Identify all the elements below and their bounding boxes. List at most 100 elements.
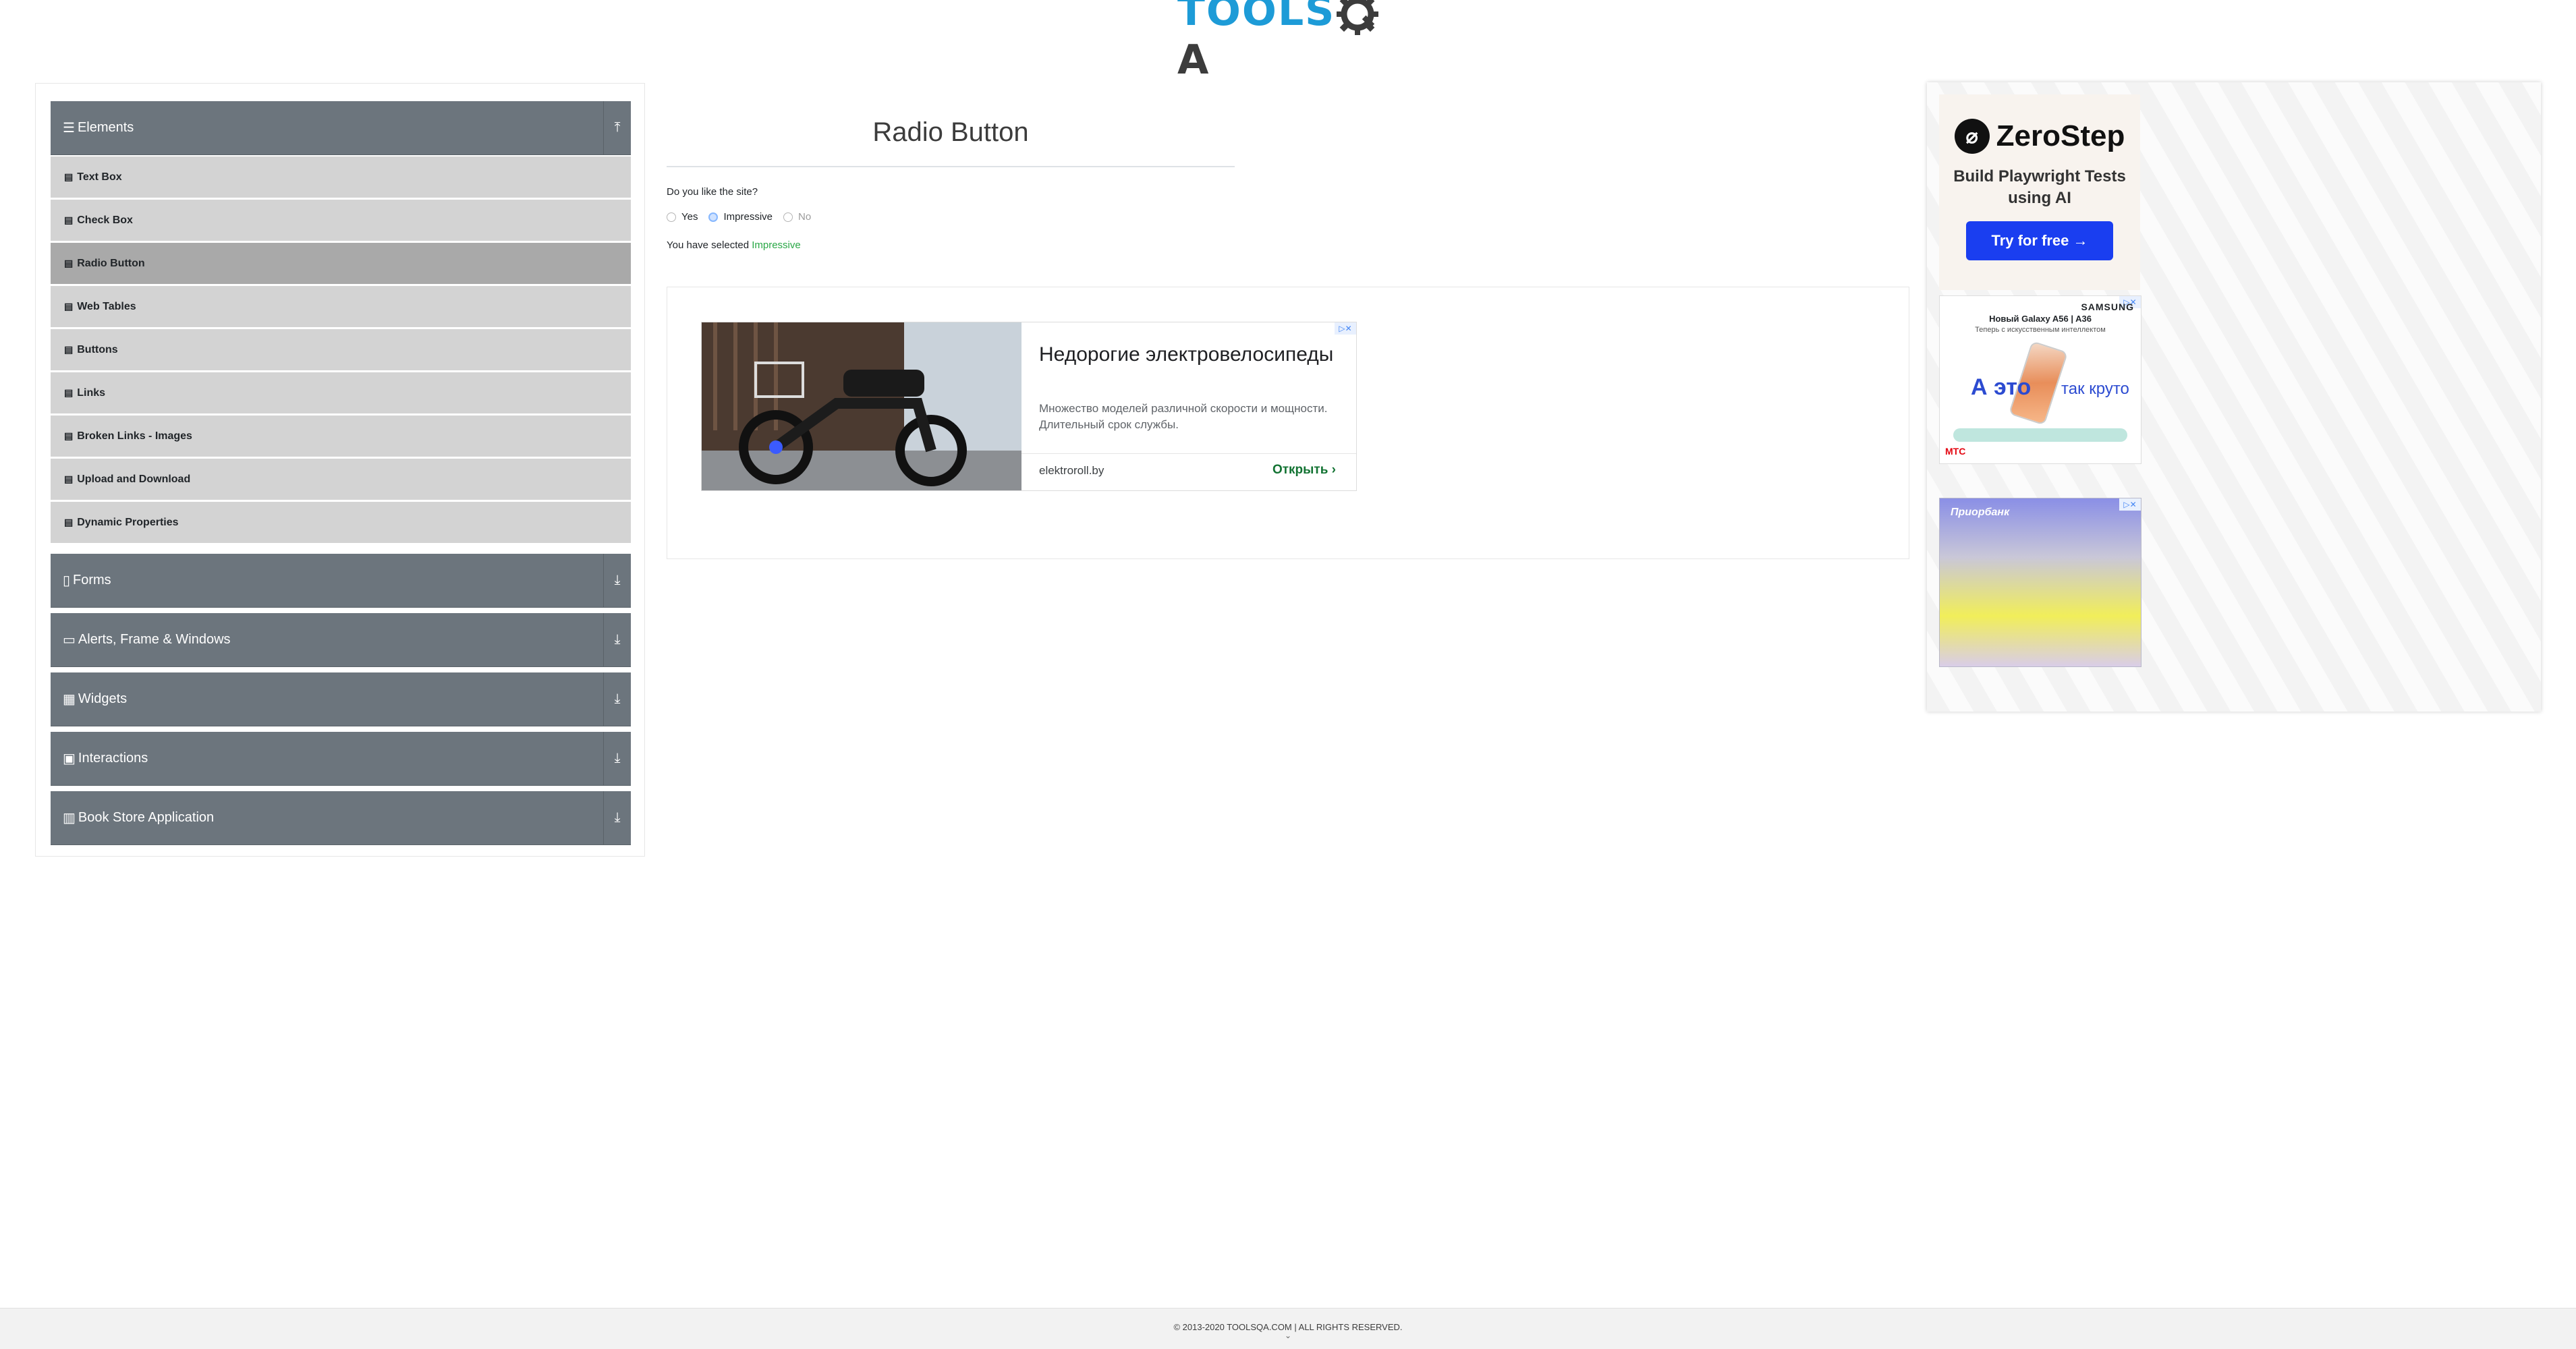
group-label: Alerts, Frame & Windows [78, 632, 231, 647]
gear-q-icon [1337, 0, 1379, 35]
zerostep-tagline: Build Playwright Tests using AI [1953, 167, 2126, 207]
menu-item-icon: ▤ [64, 430, 74, 441]
expand-down-icon[interactable]: ⤓ [603, 672, 631, 726]
radio-group: Yes Impressive No [667, 211, 822, 223]
expand-down-icon[interactable]: ⤓ [603, 613, 631, 666]
radio-yes-input[interactable] [667, 212, 676, 222]
menu-item-icon: ▤ [64, 473, 74, 484]
sidebar-item-web-tables[interactable]: ▤ Web Tables [51, 286, 631, 329]
group-label: Elements [77, 120, 134, 135]
samsung-slogan-part2: так круто [2061, 380, 2129, 398]
radio-yes-label[interactable]: Yes [681, 211, 698, 223]
left-panel: ☰ Elements ⤒ ▤ Text Box ▤ Check Box ▤ Radio… [35, 83, 645, 857]
expand-down-icon[interactable]: ⤓ [603, 732, 631, 785]
samsung-brand: SAMSUNG [2081, 302, 2134, 312]
radio-impressive[interactable]: Impressive [708, 211, 773, 223]
group-alerts-frame-windows[interactable]: ▭ Alerts, Frame & Windows ⤓ [51, 613, 631, 667]
sidebar-item-label: Radio Button [77, 257, 145, 269]
sidebar-item-label: Links [77, 386, 106, 399]
sidebar-item-dynamic-properties[interactable]: ▤ Dynamic Properties [51, 502, 631, 545]
radio-no: No [783, 211, 811, 223]
sidebar-item-text-box[interactable]: ▤ Text Box [51, 156, 631, 200]
ad-close-icon[interactable]: ▷✕ [2119, 498, 2141, 511]
sidebar-item-label: Broken Links - Images [77, 430, 192, 442]
interaction-icon: ▣ [63, 751, 76, 766]
logo-text-tools: TOOLS [1177, 0, 1336, 36]
ad-close-icon[interactable]: ▷✕ [1335, 322, 1356, 335]
bike-illustration [702, 322, 1021, 490]
logo-text-qa: A [1177, 36, 1210, 84]
ad-electrobike-description: Множество моделей различной скорости и м… [1039, 402, 1328, 431]
samsung-feature-bar [1953, 428, 2127, 442]
chevron-down-icon[interactable]: ⌄ [0, 1331, 2576, 1340]
zerostep-try-button[interactable]: Try for free → [1966, 221, 2113, 260]
question-text: Do you like the site? [667, 186, 758, 198]
menu-item-icon: ▤ [64, 517, 74, 527]
group-label: Interactions [78, 751, 148, 766]
document-icon: ▯ [63, 573, 71, 588]
sidebar-item-label: Check Box [77, 214, 133, 226]
radio-impressive-input[interactable] [708, 212, 719, 222]
book-icon: ▥ [63, 811, 76, 826]
radio-impressive-label[interactable]: Impressive [723, 211, 773, 223]
menu-item-icon: ▤ [64, 258, 74, 268]
page-title: Radio Button [872, 117, 1029, 147]
window-icon: ▭ [63, 633, 76, 648]
sidebar-item-label: Upload and Download [77, 473, 191, 485]
chevron-right-icon: › [1331, 463, 1336, 477]
group-label: Widgets [78, 691, 128, 706]
result-value: Impressive [752, 239, 801, 251]
priorbank-brand: Приорбанк [1951, 507, 2010, 518]
menu-item-icon: ▤ [64, 301, 74, 312]
collapse-up-icon[interactable]: ⤒ [603, 101, 631, 154]
ad-divider [1021, 453, 1356, 454]
radio-yes[interactable]: Yes [667, 211, 698, 223]
group-forms[interactable]: ▯ Forms ⤓ [51, 554, 631, 608]
group-widgets[interactable]: ▦ Widgets ⤓ [51, 672, 631, 726]
ad-priorbank[interactable]: ▷✕ Приорбанк [1939, 498, 2141, 667]
sidebar-item-broken-links[interactable]: ▤ Broken Links - Images [51, 415, 631, 459]
sidebar-item-upload-download[interactable]: ▤ Upload and Download [51, 459, 631, 502]
expand-down-icon[interactable]: ⤓ [603, 554, 631, 607]
ad-electrobike-domain[interactable]: elektroroll.by [1039, 464, 1104, 478]
group-book-store[interactable]: ▥ Book Store Application ⤓ [51, 791, 631, 845]
ad-open-label[interactable]: Открыть [1272, 463, 1328, 477]
ad-samsung[interactable]: ▷✕ SAMSUNG Новый Galaxy A56 | A36 Теперь… [1939, 295, 2141, 464]
selection-result: You have selected Impressive [667, 239, 801, 251]
title-divider [667, 166, 1235, 167]
ad-electrobike-title[interactable]: Недорогие электровелосипеды [1039, 341, 1336, 368]
samsung-subline: Теперь с искусственным интеллектом [1975, 326, 2106, 334]
sidebar-item-links[interactable]: ▤ Links [51, 372, 631, 415]
ad-electrobike[interactable]: Недорогие электровелосипеды Множество мо… [701, 322, 1357, 491]
sidebar-item-label: Text Box [77, 171, 122, 183]
sidebar-item-label: Buttons [77, 343, 118, 355]
menu-item-icon: ▤ [64, 171, 74, 182]
elements-menu-list: ▤ Text Box ▤ Check Box ▤ Radio Button ▤ Web … [51, 156, 631, 545]
zerostep-logo-icon: ⌀ [1954, 119, 1990, 154]
ad-zerostep[interactable]: ⌀ ZeroStep Build Playwright Tests using … [1939, 94, 2140, 290]
radio-no-label: No [798, 211, 812, 223]
group-label: Book Store Application [78, 810, 215, 825]
menu-item-icon: ▤ [64, 387, 74, 398]
zerostep-brand: ZeroStep [1996, 119, 2125, 152]
sidebar-item-check-box[interactable]: ▤ Check Box [51, 200, 631, 243]
menu-item-icon: ▤ [64, 214, 74, 225]
grid-icon: ▦ [63, 692, 76, 707]
mts-logo: МТС [1945, 446, 1966, 457]
radio-no-input [783, 212, 793, 222]
samsung-slogan-part1: А это [1971, 374, 2032, 400]
expand-down-icon[interactable]: ⤓ [603, 791, 631, 844]
sidebar-item-buttons[interactable]: ▤ Buttons [51, 329, 631, 372]
sidebar-item-label: Dynamic Properties [77, 516, 179, 528]
sidebar-item-label: Web Tables [77, 300, 136, 312]
samsung-headline: Новый Galaxy A56 | A36 [1989, 314, 2092, 324]
sidebar-item-radio-button[interactable]: ▤ Radio Button [51, 243, 631, 286]
hamburger-icon: ☰ [63, 121, 75, 136]
menu-item-icon: ▤ [64, 344, 74, 355]
group-label: Forms [73, 573, 111, 587]
toolsqa-logo[interactable]: TOOLSA [1177, 0, 1400, 84]
ad-open-button[interactable]: Открыть › [1272, 463, 1336, 478]
group-elements[interactable]: ☰ Elements ⤒ [51, 101, 631, 155]
group-interactions[interactable]: ▣ Interactions ⤓ [51, 732, 631, 786]
ad-electrobike-image[interactable] [702, 322, 1021, 490]
